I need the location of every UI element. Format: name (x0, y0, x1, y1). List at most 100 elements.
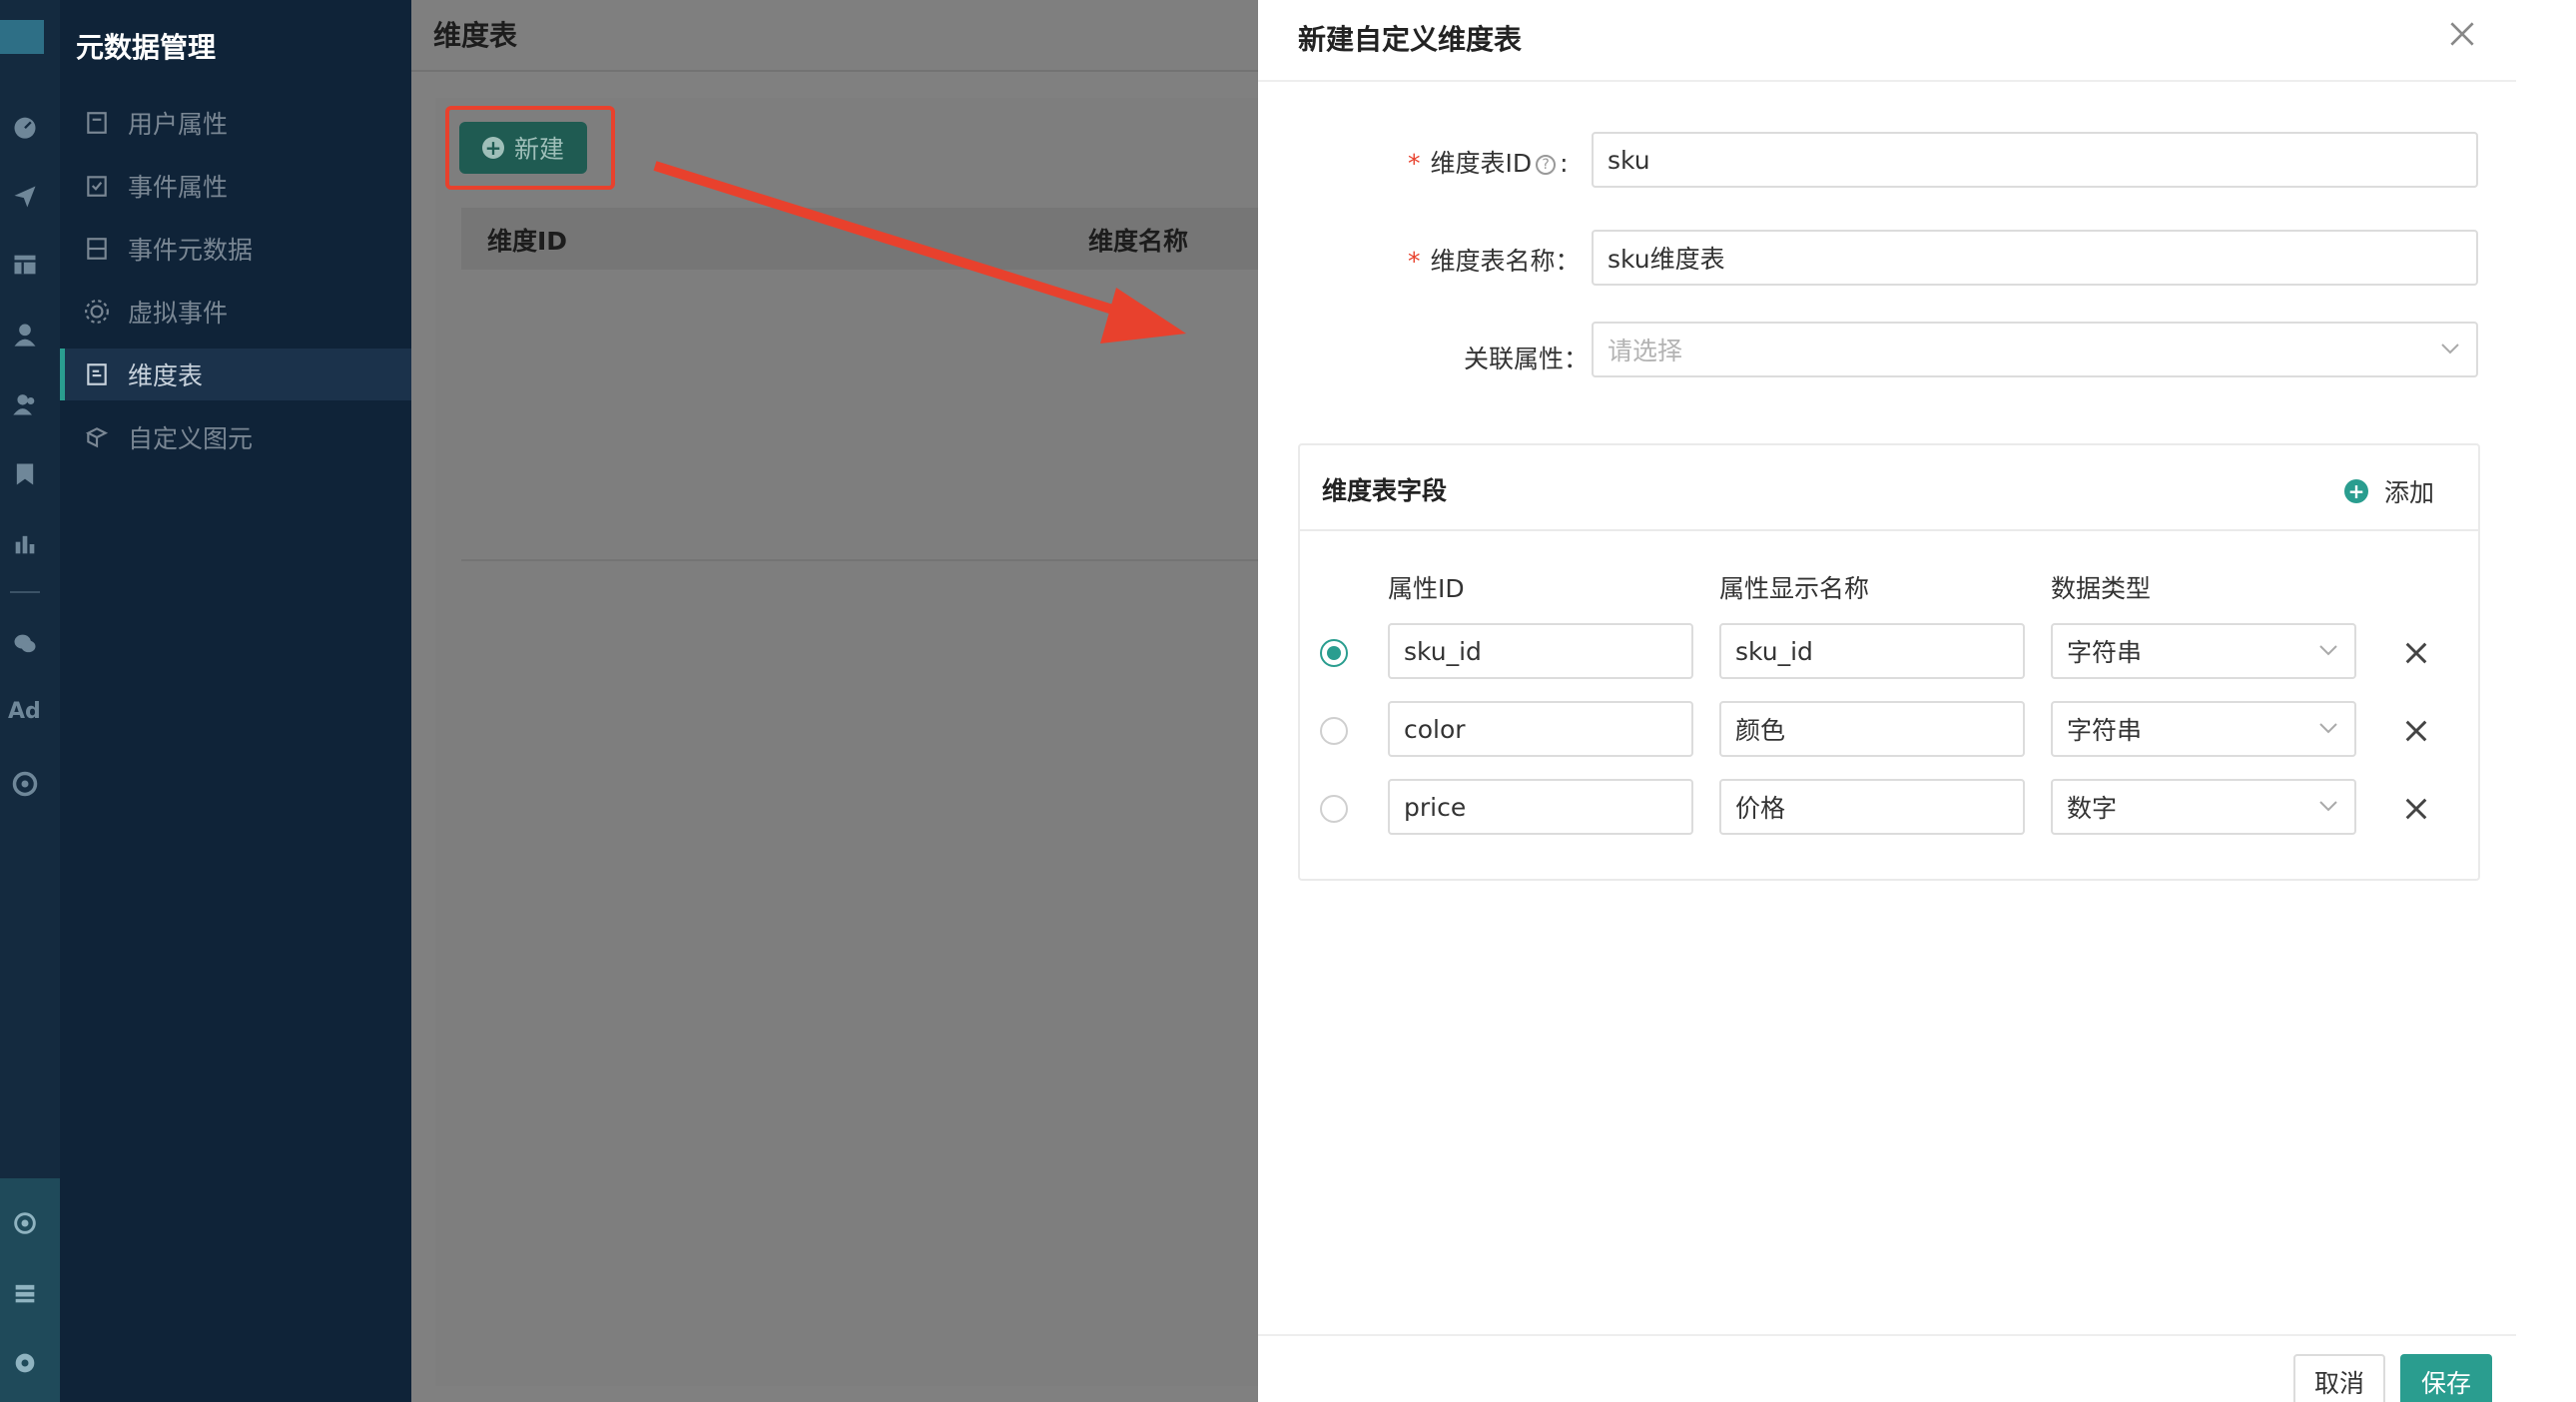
dimension-id-label: * 维度表ID?: (1408, 149, 1569, 178)
attribute-id-value: sku_id (1404, 636, 1482, 666)
layout-icon[interactable] (10, 250, 40, 280)
attribute-id-input[interactable]: price (1388, 779, 1693, 835)
required-mark: * (1408, 149, 1421, 178)
plus-circle-icon: + (2344, 479, 2368, 503)
delete-row-icon[interactable] (2402, 639, 2430, 667)
delete-row-icon[interactable] (2402, 795, 2430, 823)
sidebar-item-label: 维度表 (128, 361, 204, 390)
delete-row-icon[interactable] (2402, 717, 2430, 745)
add-field-button[interactable]: + 添加 (2344, 473, 2434, 509)
dimension-name-label-text: 维度表名称： (1430, 247, 1581, 276)
help-icon[interactable]: ? (1536, 155, 1557, 175)
icon-rail: Ad (0, 0, 60, 1402)
relation-attribute-select[interactable]: 请选择 (1592, 322, 2478, 377)
close-icon[interactable] (2446, 18, 2478, 50)
dashboard-icon[interactable] (10, 112, 40, 142)
data-type-select[interactable]: 字符串 (2051, 623, 2356, 679)
column-attribute-id: 属性ID (1388, 574, 1465, 603)
data-type-value: 字符串 (2067, 716, 2143, 745)
dimension-id-value: sku (1608, 145, 1650, 175)
new-button[interactable]: + 新建 (459, 122, 587, 174)
user-attribute-icon (84, 110, 110, 136)
dimension-id-input[interactable]: sku (1592, 132, 2478, 188)
sidebar-item-dimension-table[interactable]: 维度表 (60, 349, 411, 400)
sidebar-item-label: 自定义图元 (128, 424, 254, 453)
sidebar-item-event-attributes[interactable]: 事件属性 (60, 160, 411, 212)
column-data-type: 数据类型 (2051, 574, 2152, 603)
integration-icon[interactable] (10, 1208, 40, 1238)
app-logo (0, 20, 44, 54)
new-button-label: 新建 (513, 135, 564, 164)
table-divider (461, 559, 1258, 561)
relation-attribute-placeholder: 请选择 (1608, 337, 1683, 365)
display-name-value: 价格 (1735, 794, 1786, 823)
chevron-down-icon (2319, 723, 2337, 734)
display-name-input[interactable]: 价格 (1719, 779, 2025, 835)
sidebar-item-label: 事件元数据 (128, 236, 254, 265)
display-name-input[interactable]: 颜色 (1719, 701, 2025, 757)
display-name-input[interactable]: sku_id (1719, 623, 2025, 679)
sidebar-item-label: 事件属性 (128, 173, 229, 202)
relation-attribute-label: 关联属性： (1464, 345, 1590, 373)
drawer-title: 新建自定义维度表 (1298, 23, 1523, 56)
users-icon[interactable] (10, 389, 40, 419)
target-icon[interactable] (10, 769, 40, 799)
attribute-id-input[interactable]: color (1388, 701, 1693, 757)
chevron-down-icon (2441, 344, 2459, 354)
dimension-name-value: sku维度表 (1608, 245, 1725, 274)
fields-card-header: 维度表字段 + 添加 (1300, 445, 2478, 531)
save-button[interactable]: 保存 (2400, 1354, 2492, 1402)
list-icon[interactable] (10, 1278, 40, 1308)
data-type-select[interactable]: 数字 (2051, 779, 2356, 835)
drawer-footer-divider (1258, 1334, 2516, 1336)
row-radio[interactable] (1320, 717, 1348, 745)
custom-element-icon (84, 424, 110, 450)
sidebar-title: 元数据管理 (76, 31, 217, 64)
event-attribute-icon (84, 173, 110, 199)
sidebar-item-virtual-event[interactable]: 虚拟事件 (60, 286, 411, 338)
sidebar-item-event-metadata[interactable]: 事件元数据 (60, 223, 411, 275)
attribute-id-value: price (1404, 792, 1467, 822)
dimension-name-input[interactable]: sku维度表 (1592, 230, 2478, 286)
column-display-name: 属性显示名称 (1719, 574, 1870, 603)
data-type-select[interactable]: 字符串 (2051, 701, 2356, 757)
sidebar-item-label: 用户属性 (128, 110, 229, 139)
required-mark: * (1408, 247, 1421, 276)
chevron-down-icon (2319, 645, 2337, 656)
sidebar-item-user-attributes[interactable]: 用户属性 (60, 97, 411, 149)
dimension-table-icon (84, 361, 110, 387)
bookmark-icon[interactable] (10, 459, 40, 489)
column-dimension-id: 维度ID (487, 227, 568, 256)
row-radio[interactable] (1320, 795, 1348, 823)
settings-icon[interactable] (10, 1348, 40, 1378)
send-icon[interactable] (10, 182, 40, 212)
add-field-label: 添加 (2384, 478, 2435, 507)
attribute-id-value: color (1404, 714, 1466, 744)
display-name-value: sku_id (1735, 636, 1813, 666)
sidebar-item-label: 虚拟事件 (128, 299, 229, 328)
ad-icon[interactable]: Ad (8, 699, 41, 724)
plus-circle-icon: + (481, 137, 504, 159)
dimension-fields-card: 维度表字段 + 添加 属性ID 属性显示名称 数据类型 sku_id sku_i… (1298, 443, 2480, 881)
chevron-down-icon (2319, 801, 2337, 812)
dimension-id-label-text: 维度表ID (1430, 149, 1533, 178)
attribute-id-input[interactable]: sku_id (1388, 623, 1693, 679)
drawer-header: 新建自定义维度表 (1258, 0, 2516, 82)
user-icon[interactable] (10, 320, 40, 350)
wechat-icon[interactable] (10, 629, 40, 659)
rail-divider (10, 591, 40, 593)
cancel-button[interactable]: 取消 (2293, 1354, 2385, 1402)
page-header: 维度表 (411, 0, 1258, 72)
bar-chart-icon[interactable] (10, 529, 40, 559)
page-title: 维度表 (433, 19, 518, 52)
sidebar-menu: 元数据管理 用户属性 事件属性 事件元数据 虚拟事件 维度表 自定义图元 (60, 0, 411, 1402)
data-type-value: 字符串 (2067, 638, 2143, 667)
data-type-value: 数字 (2067, 794, 2118, 823)
sidebar-item-custom-element[interactable]: 自定义图元 (60, 411, 411, 463)
fields-card-title: 维度表字段 (1322, 476, 1448, 505)
page-edge (2516, 0, 2576, 1402)
create-dimension-drawer: 新建自定义维度表 * 维度表ID?: sku * 维度表名称： sku维度表 关联属… (1258, 0, 2516, 1402)
display-name-value: 颜色 (1735, 716, 1786, 745)
dimension-name-label: * 维度表名称： (1408, 242, 1581, 278)
row-radio-selected[interactable] (1320, 639, 1348, 667)
